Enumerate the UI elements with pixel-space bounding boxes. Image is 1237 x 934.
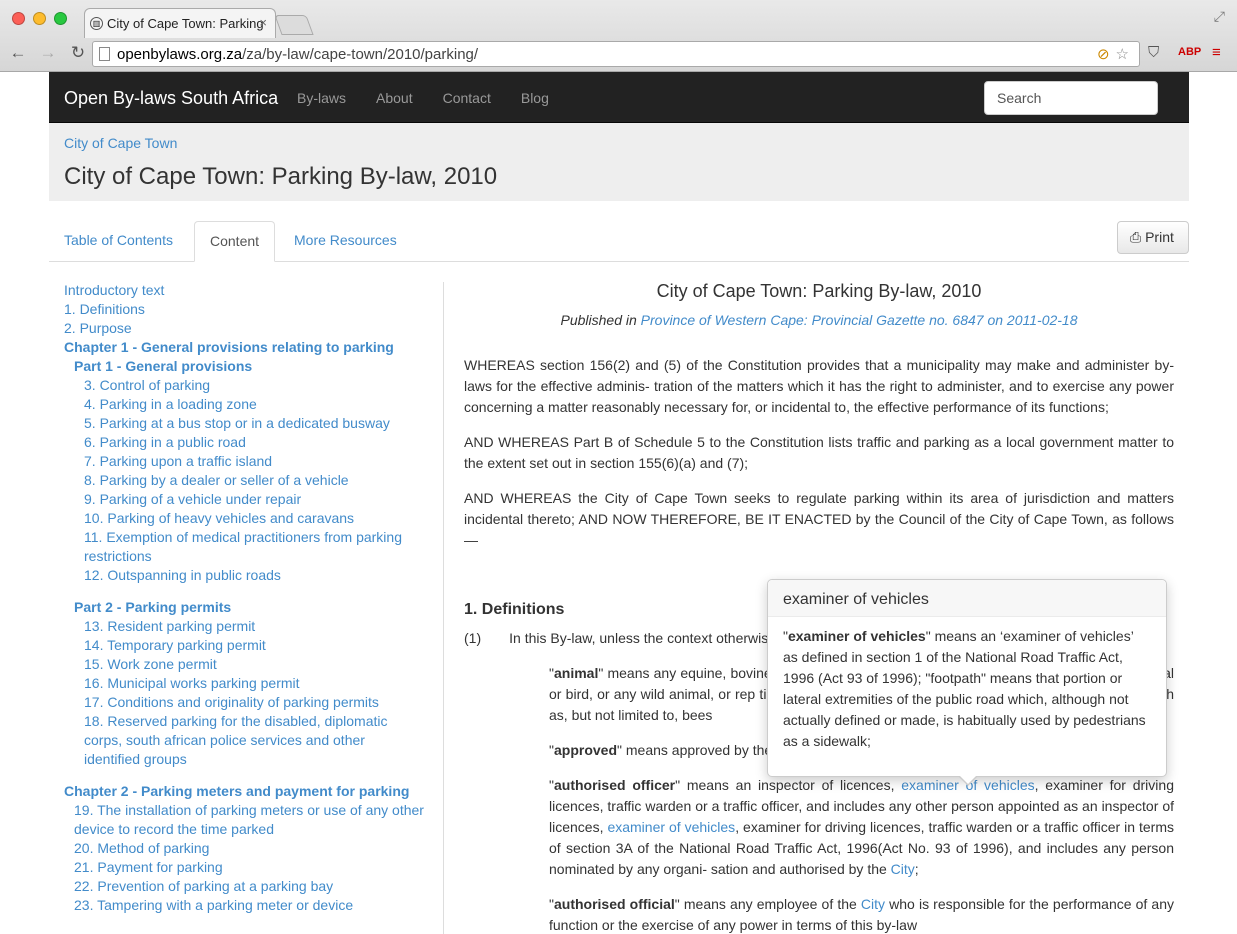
popover-term: examiner of vehicles [787,628,926,644]
definition-text: means any employee of the [679,896,861,912]
column-divider [443,282,444,934]
term-link[interactable]: City [861,896,885,912]
toc-link[interactable]: 22. Prevention of parking at a parking b… [49,877,424,896]
site-navbar: Open By-laws South Africa By-laws About … [49,72,1189,123]
definition: "authorised official" means any employee… [549,896,1175,933]
toc-link[interactable]: 19. The installation of parking meters o… [49,801,424,839]
toc-link[interactable]: 14. Temporary parking permit [49,636,424,655]
new-tab-button[interactable] [274,15,314,35]
toc-link[interactable]: 15. Work zone permit [49,655,424,674]
fullscreen-icon[interactable]: ⤢ [1214,8,1225,25]
forward-icon[interactable]: → [38,43,58,63]
nav-link-contact[interactable]: Contact [443,90,491,106]
toc-link[interactable]: Introductory text [49,281,424,300]
close-window-button[interactable] [12,12,25,25]
back-icon[interactable]: ← [8,43,28,63]
breadcrumb[interactable]: City of Cape Town [64,135,177,151]
toc-link[interactable]: 1. Definitions [49,300,424,319]
reload-icon[interactable]: ↻ [68,43,88,63]
toc-link[interactable]: 12. Outspanning in public roads [49,566,424,585]
toc-chapter-link[interactable]: Chapter 2 - Parking meters and payment f… [49,782,424,801]
toc-link[interactable]: 18. Reserved parking for the disabled, d… [49,712,424,769]
web-page: Open By-laws South Africa By-laws About … [0,72,1237,934]
adblock-icon[interactable]: ABP [1178,46,1201,58]
term-link[interactable]: examiner of vehicles [607,819,735,835]
definition-term: approved [553,742,617,758]
publication-info: Published in Province of Western Cape: P… [464,310,1174,331]
popover-arrow [958,775,978,786]
definition-term: authorised official [553,896,675,912]
subsection-text: In this By-law, unless the context other… [509,630,769,646]
gazette-link[interactable]: Province of Western Cape: Provincial Gaz… [641,312,1078,328]
preamble-paragraph: AND WHEREAS the City of Cape Town seeks … [464,490,1174,548]
popover-title: examiner of vehicles [768,580,1166,617]
toc-link[interactable]: 9. Parking of a vehicle under repair [49,490,424,509]
tab-content[interactable]: Content [194,221,276,262]
url-path: /za/by-law/cape-town/2010/parking/ [242,46,479,63]
print-label: Print [1145,229,1174,245]
print-button[interactable]: ⎙ Print [1117,221,1189,254]
published-prefix: Published in [560,312,641,328]
toc-link[interactable]: 3. Control of parking [49,376,424,395]
toc-link[interactable]: 8. Parking by a dealer or seller of a ve… [49,471,424,490]
url-host: openbylaws.org.za [117,46,243,63]
blocked-content-icon[interactable]: ⊘ [1097,45,1110,63]
definition-popover: examiner of vehicles "examiner of vehicl… [767,579,1167,786]
printer-icon: ⎙ [1130,229,1142,245]
site-brand[interactable]: Open By-laws South Africa [64,88,278,109]
toc-link[interactable]: 2. Purpose [49,319,424,338]
toc-link[interactable]: 17. Conditions and originality of parkin… [49,693,424,712]
nav-link-bylaws[interactable]: By-laws [297,90,346,106]
toc-link[interactable]: 5. Parking at a bus stop or in a dedicat… [49,414,424,433]
toc-link[interactable]: 16. Municipal works parking permit [49,674,424,693]
toc-part-link[interactable]: Part 2 - Parking permits [49,598,424,617]
term-link[interactable]: City [891,861,915,877]
minimize-window-button[interactable] [33,12,46,25]
definition-term: authorised officer [553,777,676,793]
menu-icon[interactable]: ≡ [1212,44,1221,61]
popover-text: means an ‘examiner of vehicles’ as defin… [783,628,1146,749]
page-title: City of Cape Town: Parking By-law, 2010 [64,163,498,190]
table-of-contents: Introductory text 1. Definitions 2. Purp… [49,281,424,915]
browser-tab-title: City of Cape Town: Parking [107,16,264,31]
subsection-number: (1) [464,630,482,646]
site-favicon-icon: ▥ [90,17,103,30]
preamble-paragraph: WHEREAS section 156(2) and (5) of the Co… [464,357,1174,415]
preamble-paragraph: AND WHEREAS Part B of Schedule 5 to the … [464,434,1174,471]
definition: "authorised officer" means an inspector … [549,777,1175,877]
toc-link[interactable]: 6. Parking in a public road [49,433,424,452]
tab-table-of-contents[interactable]: Table of Contents [49,221,188,262]
document-title: City of Cape Town: Parking By-law, 2010 [656,281,982,301]
search-input[interactable]: Search [984,81,1158,115]
content-tabs: Table of Contents Content More Resources… [49,221,1189,262]
address-bar[interactable]: openbylaws.org.za/za/by-law/cape-town/20… [92,41,1140,67]
definition-text: means an inspector of licences, [680,777,902,793]
toc-link[interactable]: 21. Payment for parking [49,858,424,877]
browser-tab[interactable]: ▥ City of Cape Town: Parking × [84,8,276,38]
toc-part-link[interactable]: Part 1 - General provisions [49,357,424,376]
definition-text: ; [914,861,919,877]
toc-link[interactable]: 11. Exemption of medical practitioners f… [49,528,424,566]
toc-link[interactable]: 7. Parking upon a traffic island [49,452,424,471]
toc-link[interactable]: 20. Method of parking [49,839,424,858]
browser-chrome: ▥ City of Cape Town: Parking × ⤢ ← → ↻ o… [0,0,1237,72]
pocket-icon[interactable]: ⛉ [1148,44,1159,61]
nav-link-blog[interactable]: Blog [521,90,549,106]
bookmark-star-icon[interactable]: ☆ [1116,45,1129,63]
toc-link[interactable]: 10. Parking of heavy vehicles and carava… [49,509,424,528]
nav-link-about[interactable]: About [376,90,413,106]
toc-link[interactable]: 13. Resident parking permit [49,617,424,636]
zoom-window-button[interactable] [54,12,67,25]
close-tab-icon[interactable]: × [259,15,267,30]
definition-term: animal [553,665,599,681]
popover-body: "examiner of vehicles" means an ‘examine… [783,628,1146,749]
toc-link[interactable]: 23. Tampering with a parking meter or de… [49,896,424,915]
window-controls [12,12,67,25]
toc-link[interactable]: 4. Parking in a loading zone [49,395,424,414]
page-header: City of Cape Town City of Cape Town: Par… [49,123,1189,201]
tab-more-resources[interactable]: More Resources [279,221,412,262]
toc-chapter-link[interactable]: Chapter 1 - General provisions relating … [49,338,424,357]
page-icon [99,47,110,61]
